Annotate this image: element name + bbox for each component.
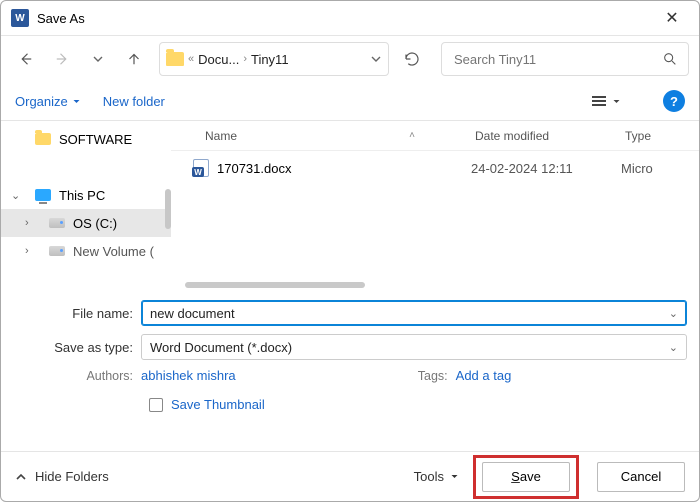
sidebar-label: SOFTWARE	[59, 132, 132, 147]
chevron-up-icon	[15, 471, 27, 483]
help-button[interactable]: ?	[663, 90, 685, 112]
list-view-icon	[592, 96, 606, 106]
organize-label: Organize	[15, 94, 68, 109]
cancel-button[interactable]: Cancel	[597, 462, 685, 492]
drive-icon	[49, 246, 65, 256]
hide-folders-label: Hide Folders	[35, 469, 109, 484]
chevron-down-icon	[92, 53, 104, 65]
chevron-down-icon[interactable]: ⌄	[669, 341, 678, 354]
close-button[interactable]: ✕	[657, 8, 687, 28]
sidebar-item-os-c[interactable]: › OS (C:)	[1, 209, 171, 237]
caret-down-icon	[450, 472, 459, 481]
sidebar-label: New Volume (	[73, 244, 154, 259]
tools-menu[interactable]: Tools	[414, 469, 459, 484]
search-box[interactable]	[441, 42, 689, 76]
refresh-icon	[403, 50, 421, 68]
savetype-select[interactable]: Word Document (*.docx) ⌄	[141, 334, 687, 360]
file-name: 170731.docx	[217, 161, 291, 176]
recent-locations-button[interactable]	[83, 44, 113, 74]
folder-icon	[35, 133, 51, 145]
savetype-label: Save as type:	[13, 340, 141, 355]
filename-value: new document	[150, 306, 235, 321]
horizontal-scrollbar[interactable]	[185, 282, 365, 288]
arrow-up-icon	[125, 50, 143, 68]
breadcrumb[interactable]: « Docu... › Tiny11	[159, 42, 389, 76]
breadcrumb-sep: «	[188, 53, 194, 65]
navigation-tree[interactable]: SOFTWARE ⌄ This PC › OS (C:) › New Volum…	[1, 121, 171, 290]
new-folder-label: New folder	[103, 94, 165, 109]
up-button[interactable]	[119, 44, 149, 74]
back-button[interactable]	[11, 44, 41, 74]
column-headers[interactable]: Name ˄ Date modified Type	[171, 121, 699, 151]
column-date[interactable]: Date modified	[475, 129, 625, 143]
chevron-right-icon: ›	[243, 53, 247, 65]
caret-down-icon	[612, 97, 621, 106]
file-row[interactable]: 170731.docx 24-02-2024 12:11 Micro	[171, 151, 699, 185]
breadcrumb-seg-2[interactable]: Tiny11	[251, 52, 289, 67]
authors-label: Authors:	[13, 369, 141, 383]
file-list[interactable]: Name ˄ Date modified Type 170731.docx 24…	[171, 121, 699, 290]
sidebar-item-software[interactable]: SOFTWARE	[1, 125, 171, 153]
sidebar-label: OS (C:)	[73, 216, 117, 231]
forward-button[interactable]	[47, 44, 77, 74]
tags-value[interactable]: Add a tag	[456, 368, 512, 383]
chevron-down-icon[interactable]: ⌄	[669, 307, 678, 320]
save-thumbnail-label[interactable]: Save Thumbnail	[171, 397, 265, 412]
sort-indicator-icon: ˄	[409, 130, 415, 141]
search-icon[interactable]	[662, 51, 678, 67]
authors-value[interactable]: abhishek mishra	[141, 368, 236, 383]
arrow-left-icon	[17, 50, 35, 68]
new-folder-button[interactable]: New folder	[103, 94, 165, 109]
tools-label: Tools	[414, 469, 444, 484]
sidebar-item-this-pc[interactable]: ⌄ This PC	[1, 181, 171, 209]
save-button[interactable]: Save	[482, 462, 570, 492]
view-options-button[interactable]	[586, 92, 627, 110]
pc-icon	[35, 189, 51, 201]
sidebar-label: This PC	[59, 188, 105, 203]
content-area: SOFTWARE ⌄ This PC › OS (C:) › New Volum…	[1, 120, 699, 290]
expand-icon[interactable]: ›	[25, 217, 29, 229]
save-thumbnail-checkbox[interactable]	[149, 398, 163, 412]
arrow-right-icon	[53, 50, 71, 68]
breadcrumb-seg-1[interactable]: Docu...	[198, 52, 239, 67]
caret-down-icon	[72, 97, 81, 106]
filename-input[interactable]: new document ⌄	[141, 300, 687, 326]
expand-icon[interactable]: ›	[25, 245, 29, 257]
tags-label: Tags:	[406, 369, 456, 383]
sidebar-item-new-volume[interactable]: › New Volume (	[1, 237, 171, 265]
column-type[interactable]: Type	[625, 129, 695, 143]
savetype-value: Word Document (*.docx)	[150, 340, 292, 355]
window-title: Save As	[37, 11, 85, 26]
column-name[interactable]: Name ˄	[175, 129, 475, 143]
title-bar: W Save As ✕	[1, 1, 699, 35]
drive-icon	[49, 218, 65, 228]
dialog-footer: Hide Folders Tools Save Cancel	[1, 451, 699, 501]
chevron-down-icon[interactable]	[370, 53, 382, 65]
navigation-bar: « Docu... › Tiny11	[1, 36, 699, 82]
command-bar: Organize New folder ?	[1, 82, 699, 120]
collapse-icon[interactable]: ⌄	[11, 189, 20, 202]
hide-folders-button[interactable]: Hide Folders	[15, 469, 109, 484]
folder-icon	[166, 52, 184, 66]
save-highlight: Save	[473, 455, 579, 499]
file-date: 24-02-2024 12:11	[471, 161, 621, 176]
organize-menu[interactable]: Organize	[15, 94, 81, 109]
word-document-icon	[193, 159, 209, 177]
word-app-icon: W	[11, 9, 29, 27]
filename-label: File name:	[13, 306, 141, 321]
save-form: File name: new document ⌄ Save as type: …	[1, 290, 699, 412]
search-input[interactable]	[452, 51, 654, 68]
refresh-button[interactable]	[395, 42, 429, 76]
file-type: Micro	[621, 161, 699, 176]
